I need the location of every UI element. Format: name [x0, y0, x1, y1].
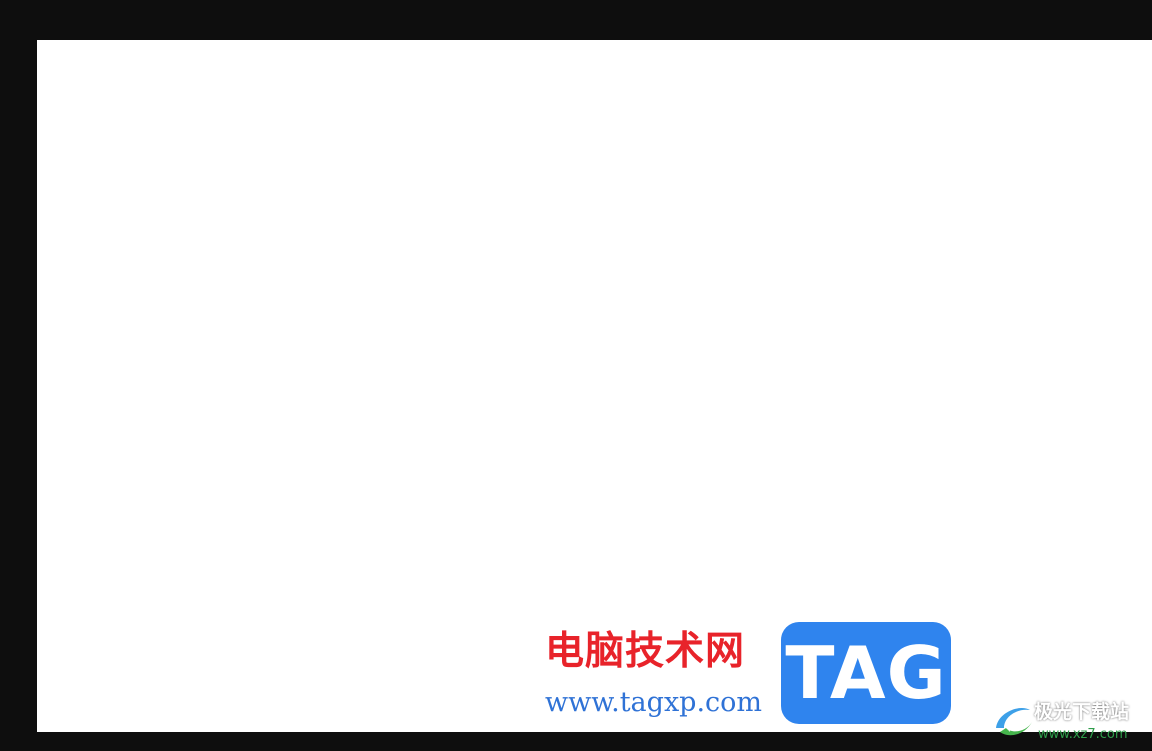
- tag-logo: TAG: [781, 622, 951, 724]
- watermark-site-name: 电脑技术网: [545, 629, 746, 674]
- corner-logo-subtitle: www.xz7.com: [1038, 727, 1128, 742]
- swirl-logo-icon: [996, 708, 1032, 736]
- corner-logo-title: 极光下载站: [1034, 701, 1130, 723]
- watermark-site-url: www.tagxp.com: [545, 687, 763, 718]
- corner-logo: 极光下载站 www.xz7.com: [990, 698, 1150, 750]
- app-frame: 电脑技术网 www.tagxp.com TAG 极光下载站 www.xz7.co…: [0, 0, 1152, 751]
